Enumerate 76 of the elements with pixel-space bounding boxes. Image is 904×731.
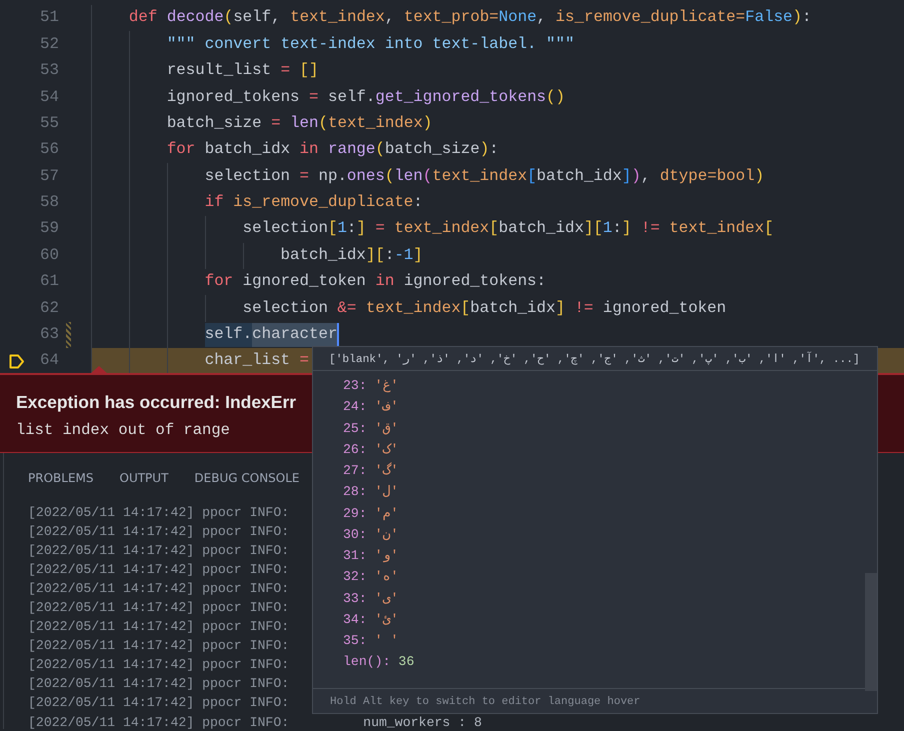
- line-number: 55: [39, 112, 59, 134]
- code-line: selection = np.ones(len(text_index[batch_idx]), dtype=bool): [91, 163, 904, 190]
- item-index: 24:: [343, 399, 367, 414]
- item-value: 'م': [374, 506, 398, 520]
- item-value: 'ق': [374, 420, 398, 436]
- item-index: 30:: [343, 526, 367, 542]
- code-line: if is_remove_duplicate:: [91, 190, 904, 216]
- line-number: 59: [39, 218, 59, 240]
- panel-tab[interactable]: DEBUG CONSOLE: [194, 469, 300, 487]
- log-line: [2022/05/11 14:17:42] ppocr INFO:: [28, 714, 290, 730]
- code-line: def decode(self, text_index, text_prob=None, is_remove_duplicate=False):: [91, 5, 904, 32]
- code-line: selection &= text_index[batch_idx] != ignored_token: [91, 295, 904, 322]
- item-index: 29:: [343, 506, 367, 520]
- item-index: 35:: [343, 633, 367, 648]
- code-line: ignored_tokens = self.get_ignored_tokens(): [91, 84, 904, 111]
- line-number: 64: [39, 350, 59, 372]
- line-number: 61: [39, 271, 59, 292]
- code-line: result_list = []: [91, 58, 904, 84]
- line-number: 58: [39, 192, 59, 214]
- item-index: 27:: [343, 463, 367, 478]
- code-line: for batch_idx in range(batch_size):: [91, 136, 904, 164]
- length-value: 36: [398, 654, 414, 670]
- log-line: [2022/05/11 14:17:42] ppocr INFO:: [28, 638, 290, 654]
- code-line: for ignored_token in ignored_tokens:: [91, 268, 904, 296]
- log-line: [2022/05/11 14:17:42] ppocr INFO:: [28, 543, 290, 558]
- item-value: 'ک': [374, 442, 398, 457]
- item-index: 31:: [343, 548, 367, 563]
- line-number: 54: [39, 86, 59, 108]
- log-line: [2022/05/11 14:17:42] ppocr INFO:: [28, 524, 290, 540]
- panel-tab[interactable]: OUTPUT: [120, 469, 168, 487]
- log-line: [2022/05/11 14:17:42] ppocr INFO:: [28, 581, 290, 596]
- item-value: 'گ': [374, 463, 398, 478]
- item-index: 26:: [343, 442, 367, 457]
- hover-hint: Hold Alt key to switch to editor language hover: [313, 688, 877, 713]
- exception-title: Exception has occurred: IndexErr: [16, 391, 296, 414]
- item-index: 25:: [343, 420, 367, 436]
- item-value: 'ف': [374, 399, 398, 414]
- item-index: 34:: [343, 612, 367, 627]
- code-line: self.character: [91, 322, 904, 348]
- log-line: [2022/05/11 14:17:42] ppocr INFO:: [28, 695, 290, 710]
- log-line: [2022/05/11 14:17:42] ppocr INFO:: [28, 619, 290, 634]
- line-number: 63: [39, 324, 59, 346]
- item-value: 'ن': [374, 526, 398, 542]
- scrollbar-thumb[interactable]: [865, 573, 877, 691]
- value-summary: ['blank', 'آ', 'ا', 'ب', 'پ', 'ت', 'ث', 'ج', 'چ', 'ح', 'خ', 'د', 'ذ', 'ر', ...]: [313, 347, 877, 371]
- log-message: num_workers : 8: [363, 714, 482, 730]
- item-value: 'غ': [374, 378, 398, 393]
- log-line: [2022/05/11 14:17:42] ppocr INFO:: [28, 562, 290, 578]
- line-number: 60: [39, 244, 59, 266]
- item-index: 23:: [343, 378, 367, 393]
- item-value: 'ی': [374, 590, 398, 606]
- line-number: 51: [39, 7, 59, 28]
- code-line: selection[1:] = text_index[batch_idx][1:] != text_index[: [91, 216, 904, 243]
- item-value: 'ئ': [374, 612, 398, 627]
- line-number: 52: [39, 34, 59, 55]
- length-label: len():: [343, 654, 390, 670]
- item-index: 28:: [343, 484, 367, 500]
- line-number: 56: [39, 139, 59, 160]
- log-line: [2022/05/11 14:17:42] ppocr INFO:: [28, 657, 290, 672]
- log-line: [2022/05/11 14:17:42] ppocr INFO:: [28, 505, 290, 520]
- code-line: batch_size = len(text_index): [91, 110, 904, 137]
- item-value: 'ه': [374, 569, 398, 584]
- line-number: 53: [39, 60, 59, 82]
- code-line: """ convert text-index into text-label. """: [91, 31, 904, 58]
- line-number: 57: [39, 166, 59, 187]
- line-number: 62: [39, 298, 59, 319]
- item-index: 33:: [343, 590, 367, 606]
- item-value: 'و': [374, 548, 398, 563]
- panel-tab[interactable]: PROBLEMS: [28, 469, 94, 487]
- item-index: 32:: [343, 569, 367, 584]
- exception-message: list index out of range: [16, 420, 230, 442]
- item-value: 'ل': [374, 484, 398, 500]
- item-value: ' ': [374, 633, 398, 648]
- log-line: [2022/05/11 14:17:42] ppocr INFO:: [28, 676, 290, 692]
- log-line: [2022/05/11 14:17:42] ppocr INFO:: [28, 600, 290, 616]
- code-line: batch_idx][:-1]: [91, 242, 904, 269]
